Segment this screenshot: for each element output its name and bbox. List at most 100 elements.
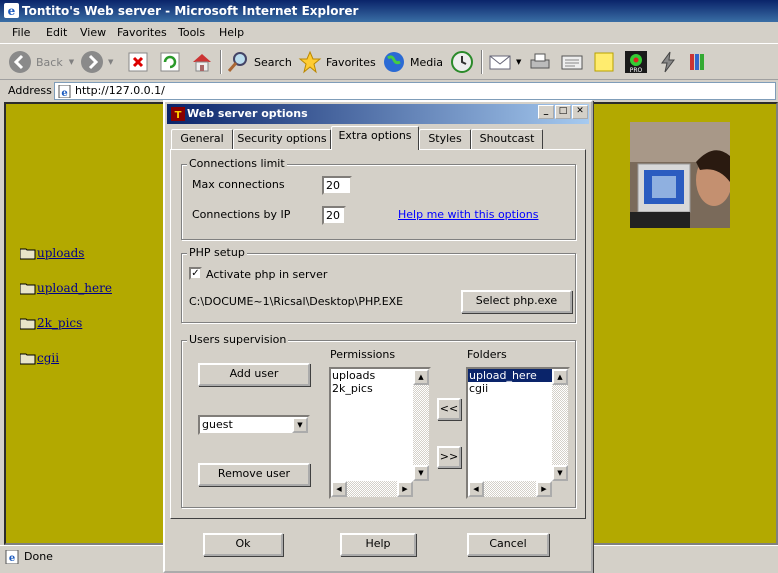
dialog-title: Web server options (187, 107, 308, 120)
php-setup-group: PHP setup ✓ Activate php in server C:\DO… (181, 246, 576, 323)
refresh-button[interactable] (158, 47, 186, 77)
connections-by-ip-input[interactable]: 20 (322, 206, 346, 225)
scroll-up-icon[interactable]: ▲ (552, 369, 568, 385)
forward-button[interactable]: ▼ (80, 47, 113, 77)
status-text: Done (24, 550, 53, 563)
app-icon: T (171, 107, 185, 121)
icq-button[interactable]: PRO (624, 47, 652, 77)
media-button[interactable]: Media (382, 47, 443, 77)
ok-button[interactable]: Ok (203, 533, 283, 556)
page-icon: e (58, 85, 71, 98)
close-button[interactable]: ✕ (572, 105, 588, 119)
activate-php-label: Activate php in server (206, 268, 328, 281)
research-button[interactable] (686, 47, 714, 77)
folders-horizontal-scrollbar[interactable]: ◀ ▶ (468, 481, 552, 497)
scroll-left-icon[interactable]: ◀ (468, 481, 484, 497)
tab-extra-options[interactable]: Extra options (331, 126, 419, 150)
cancel-button[interactable]: Cancel (467, 533, 549, 556)
scroll-down-icon[interactable]: ▼ (413, 465, 429, 481)
toolbar-separator (220, 50, 222, 74)
forward-arrow-icon (81, 51, 103, 73)
scroll-left-icon[interactable]: ◀ (331, 481, 347, 497)
discuss-button[interactable] (592, 47, 620, 77)
chevron-down-icon[interactable]: ▼ (292, 417, 308, 433)
move-to-permissions-button[interactable]: << (437, 398, 461, 420)
home-button[interactable] (190, 47, 218, 77)
tab-styles[interactable]: Styles (419, 129, 471, 149)
activate-php-checkbox[interactable]: ✓ (189, 267, 202, 280)
tab-shoutcast[interactable]: Shoutcast (471, 129, 543, 149)
menu-file[interactable]: File (12, 26, 30, 39)
user-select[interactable]: guest ▼ (198, 415, 310, 435)
folders-vertical-scrollbar[interactable]: ▲ ▼ (552, 369, 568, 481)
folder-link-uploads[interactable]: uploads (20, 246, 84, 260)
stop-icon (128, 52, 148, 72)
max-connections-input[interactable]: 20 (322, 176, 352, 195)
menu-help[interactable]: Help (219, 26, 244, 39)
page-status-icon: e (5, 550, 19, 564)
svg-text:e: e (9, 553, 15, 564)
history-clock-icon (451, 51, 473, 73)
edit-document-icon (561, 55, 583, 70)
edit-button[interactable] (560, 47, 588, 77)
svg-text:e: e (61, 88, 67, 98)
connections-by-ip-label: Connections by IP (192, 208, 291, 221)
menu-edit[interactable]: Edit (46, 26, 67, 39)
tab-security-options[interactable]: Security options (233, 129, 331, 149)
icq-flower-icon: PRO (625, 51, 647, 74)
add-user-button[interactable]: Add user (198, 363, 310, 386)
scroll-right-icon[interactable]: ▶ (397, 481, 413, 497)
users-supervision-group: Users supervision Add user guest ▼ Remov… (181, 333, 576, 508)
favorites-button[interactable]: Favorites (298, 47, 376, 77)
printer-icon (530, 53, 550, 69)
toolbar-separator (481, 50, 483, 74)
menu-tools[interactable]: Tools (178, 26, 205, 39)
folder-icon (20, 283, 36, 294)
folders-listbox[interactable]: upload_here cgii ▲ ▼ ◀ ▶ (466, 367, 570, 499)
books-icon (690, 54, 704, 70)
scroll-down-icon[interactable]: ▼ (552, 465, 568, 481)
mail-icon (489, 55, 511, 70)
scroll-up-icon[interactable]: ▲ (413, 369, 429, 385)
user-select-value: guest (202, 418, 233, 431)
folder-icon (20, 353, 36, 364)
print-button[interactable] (528, 47, 556, 77)
address-label: Address (8, 84, 52, 97)
messenger-button[interactable] (656, 47, 684, 77)
note-icon (594, 52, 614, 72)
folder-link-2k-pics[interactable]: 2k_pics (20, 316, 82, 330)
folder-icon (20, 318, 36, 329)
permissions-vertical-scrollbar[interactable]: ▲ ▼ (413, 369, 429, 481)
menu-view[interactable]: View (80, 26, 106, 39)
maximize-button[interactable]: □ (555, 105, 571, 119)
refresh-icon (160, 52, 180, 72)
permissions-label: Permissions (330, 348, 396, 361)
help-button[interactable]: Help (340, 533, 416, 556)
back-button[interactable]: Back ▼ (8, 47, 74, 77)
scroll-right-icon[interactable]: ▶ (536, 481, 552, 497)
back-arrow-icon (9, 51, 31, 73)
history-button[interactable] (450, 47, 478, 77)
permissions-listbox[interactable]: uploads 2k_pics ▲ ▼ ◀ ▶ (329, 367, 431, 499)
folder-link-cgii[interactable]: cgii (20, 351, 59, 365)
max-connections-label: Max connections (192, 178, 285, 191)
users-supervision-label: Users supervision (187, 333, 289, 346)
folder-link-upload-here[interactable]: upload_here (20, 281, 112, 295)
address-bar: Address http://127.0.0.1/ e (0, 80, 778, 102)
remove-user-button[interactable]: Remove user (198, 463, 310, 486)
mail-button[interactable]: ▼ (488, 47, 521, 77)
connections-limit-group: Connections limit Max connections 20 Con… (181, 157, 576, 240)
toolbar: Back ▼ ▼ Search Favorites Media ▼ PRO (0, 44, 778, 80)
help-options-link[interactable]: Help me with this options (398, 208, 538, 221)
permissions-horizontal-scrollbar[interactable]: ◀ ▶ (331, 481, 413, 497)
move-to-folders-button[interactable]: >> (437, 446, 461, 468)
minimize-button[interactable]: _ (538, 105, 554, 119)
stop-button[interactable] (126, 47, 154, 77)
tab-general[interactable]: General (171, 129, 233, 149)
menu-favorites[interactable]: Favorites (117, 26, 167, 39)
svg-text:e: e (8, 4, 16, 18)
search-button[interactable]: Search (226, 47, 292, 77)
address-input[interactable]: http://127.0.0.1/ (54, 82, 776, 100)
media-globe-icon (384, 52, 404, 72)
select-php-button[interactable]: Select php.exe (461, 290, 572, 313)
